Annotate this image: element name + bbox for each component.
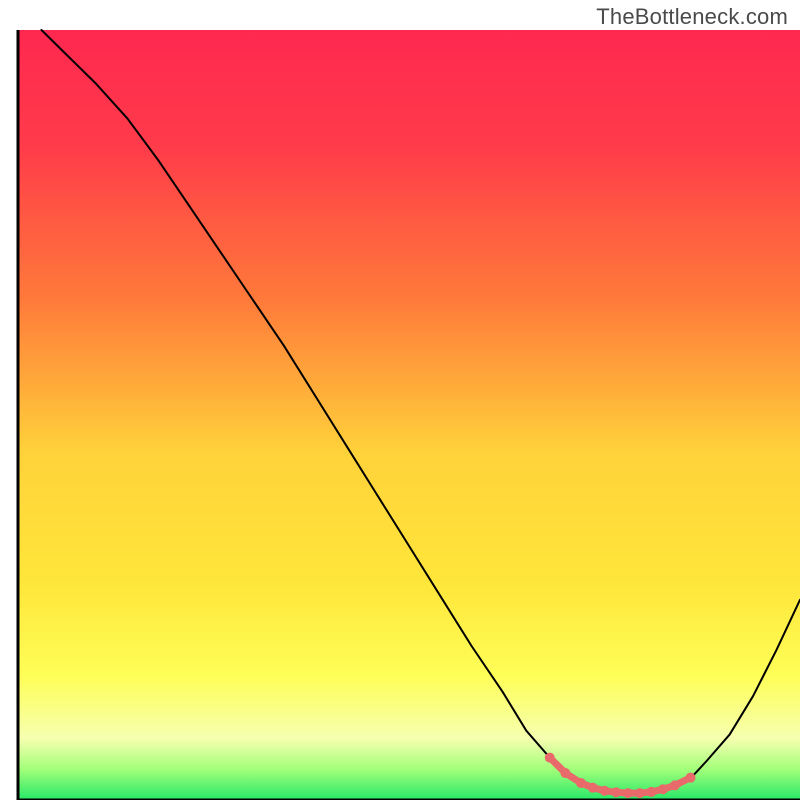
highlight-marker: [611, 787, 621, 797]
highlight-marker: [686, 773, 696, 783]
highlight-marker: [635, 788, 645, 798]
highlight-marker: [576, 778, 586, 788]
plot-area: [18, 30, 800, 800]
highlight-marker: [670, 780, 680, 790]
highlight-marker: [658, 784, 668, 794]
highlight-marker: [588, 783, 598, 793]
highlight-marker: [545, 753, 555, 763]
highlight-marker: [623, 788, 633, 798]
chart-container: TheBottleneck.com: [0, 0, 800, 800]
highlight-marker: [646, 787, 656, 797]
highlight-marker: [600, 786, 610, 796]
gradient-background: [18, 30, 800, 800]
highlight-marker: [560, 768, 570, 778]
bottleneck-chart: [0, 0, 800, 800]
